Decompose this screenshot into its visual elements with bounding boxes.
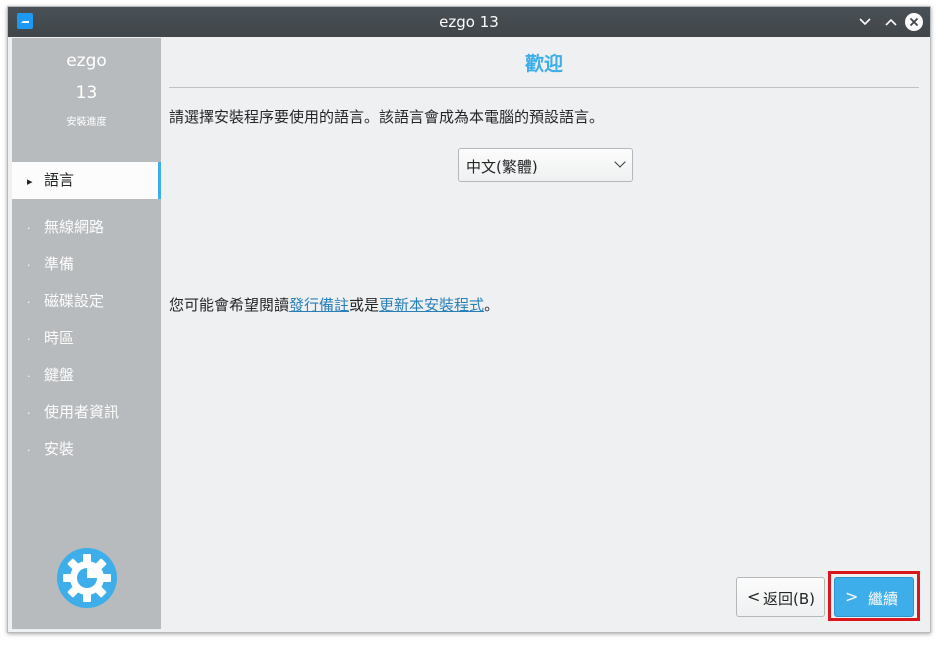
step-install: · 安裝 [12,431,161,468]
window-title: ezgo 13 [439,13,499,31]
distro-version: 13 [75,83,98,103]
bullet-icon: · [27,370,31,383]
back-button-label: 返回(B) [763,590,815,608]
notes-prefix: 您可能會希望閱讀 [169,296,290,314]
step-language: ▸ 語言 [12,162,161,199]
language-prompt: 請選擇安裝程序要使用的語言。該語言會成為本電腦的預設語言。 [169,108,605,126]
bullet-icon: · [27,259,31,272]
bullet-icon: · [27,407,31,420]
minimize-button[interactable] [855,12,875,32]
progress-sidebar: ezgo 13 安裝進度 ▸ 語言 · 無線網路 · 準備 · 磁碟設定 · 時區 · 鍵盤… [12,38,161,629]
step-label: 鍵盤 [44,366,75,384]
chevron-right-icon: > [845,587,859,606]
notes-middle: 或是 [349,296,380,314]
step-keyboard: · 鍵盤 [12,357,161,394]
step-label: 磁碟設定 [44,292,105,310]
step-label: 無線網路 [44,218,105,236]
bullet-icon: · [27,444,31,457]
step-label: 時區 [44,329,75,347]
back-button[interactable]: < 返回(B) [736,577,825,617]
maximize-button[interactable] [881,12,901,32]
step-user-info: · 使用者資訊 [12,394,161,431]
step-prepare: · 準備 [12,246,161,283]
step-wireless: · 無線網路 [12,209,161,246]
step-list: ▸ 語言 · 無線網路 · 準備 · 磁碟設定 · 時區 · 鍵盤 · 使用者資訊 · 安裝 [12,162,161,468]
step-label: 使用者資訊 [44,403,120,421]
current-step-arrow-icon: ▸ [27,175,33,188]
progress-caption: 安裝進度 [66,117,107,128]
step-timezone: · 時區 [12,320,161,357]
title-divider [169,87,919,88]
close-button[interactable] [905,13,923,31]
bullet-icon: · [27,296,31,309]
installer-window: ezgo 13 ezgo 13 安裝進度 ▸ 語言 · 無線網路 · 準備 · 磁碟設定… [7,6,931,633]
step-disk-setup: · 磁碟設定 [12,283,161,320]
gear-logo-icon [57,548,117,608]
next-button[interactable]: > 繼續 [834,577,914,617]
chevron-up-icon [885,18,897,26]
language-select[interactable]: 中文(繁體) [458,148,633,182]
next-button-label: 繼續 [868,590,899,608]
step-label: 安裝 [44,440,75,458]
update-installer-link[interactable]: 更新本安裝程式 [379,296,484,314]
release-notes-link[interactable]: 發行備註 [289,296,349,314]
step-label: 準備 [44,255,75,273]
step-label: 語言 [44,171,75,189]
chevron-down-icon [614,156,626,168]
distro-name: ezgo [66,51,107,71]
welcome-page: 歡迎 請選擇安裝程序要使用的語言。該語言會成為本電腦的預設語言。 中文(繁體) … [169,38,929,629]
notes-suffix: 。 [484,296,500,314]
chevron-left-icon: < [747,587,761,606]
chevron-down-icon [859,18,871,26]
page-title: 歡迎 [524,53,563,75]
close-icon [909,17,919,27]
bullet-icon: · [27,333,31,346]
title-bar[interactable]: ezgo 13 [8,7,930,37]
bullet-icon: · [27,222,31,235]
notes-line: 您可能會希望閱讀發行備註或是更新本安裝程式。 [169,294,499,315]
language-select-value: 中文(繁體) [466,158,538,176]
